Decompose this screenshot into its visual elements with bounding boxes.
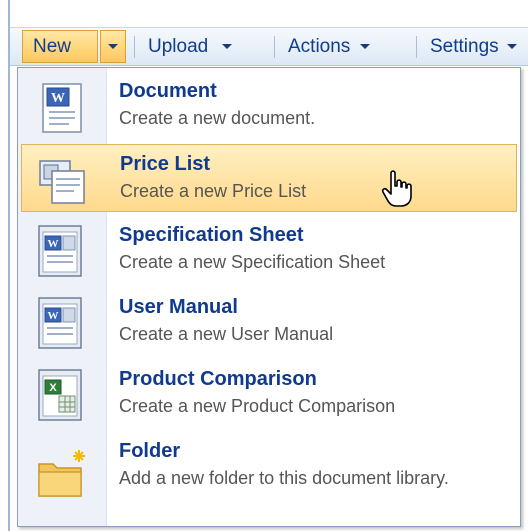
word-template-icon: W [38,225,82,277]
menu-item-specification-sheet[interactable]: W Specification Sheet Create a new Speci… [21,216,517,284]
menu-item-product-comparison[interactable]: X Product Comparison Create a new Produc… [21,360,517,428]
price-list-icon [39,160,85,204]
excel-template-icon: X [38,369,82,421]
menu-item-document[interactable]: W Document Create a new document. [21,72,517,140]
upload-button-label: Upload [148,35,209,57]
new-folder-icon [38,450,85,497]
menu-item-description: Create a new User Manual [119,324,334,344]
menu-item-description: Create a new Specification Sheet [119,252,386,272]
toolbar-separator [134,36,135,58]
menu-item-title: Folder [119,440,181,462]
menu-item-description: Create a new Product Comparison [119,396,396,416]
menu-item-description: Add a new folder to this document librar… [119,468,449,488]
menu-item-title: User Manual [119,296,238,318]
menu-item-title: Price List [120,153,211,175]
chevron-down-icon [108,44,118,49]
chevron-down-icon [222,44,233,49]
menu-item-description: Create a new Price List [120,181,307,201]
document-library-toolbar: New Upload Actions Settings [10,27,528,66]
menu-item-title: Specification Sheet [119,224,304,246]
page-left-border [8,0,10,531]
menu-item-title: Document [119,80,217,102]
toolbar-separator [416,36,417,58]
menu-item-description: Create a new document. [119,108,316,128]
upload-button[interactable]: Upload [148,30,233,63]
new-button[interactable]: New [22,30,98,63]
chevron-down-icon [360,44,371,49]
svg-text:W: W [48,238,59,250]
new-button-label: New [33,35,72,57]
menu-item-title: Product Comparison [119,368,317,390]
svg-text:W: W [51,91,65,106]
menu-item-price-list[interactable]: Price List Create a new Price List [21,144,517,212]
svg-text:X: X [49,382,57,394]
menu-item-folder[interactable]: Folder Add a new folder to this document… [21,432,517,520]
settings-button-label: Settings [430,35,499,57]
actions-button[interactable]: Actions [288,30,371,63]
hand-cursor-icon [381,170,412,207]
toolbar-separator [274,36,275,58]
new-dropdown-arrow-button[interactable] [100,30,126,63]
svg-text:W: W [48,310,59,322]
word-document-icon: W [42,83,82,133]
settings-button[interactable]: Settings [430,30,517,63]
word-template-icon: W [38,297,82,349]
menu-item-user-manual[interactable]: W User Manual Create a new User Manual [21,288,517,356]
actions-button-label: Actions [288,35,351,57]
new-dropdown-menu: W Document Create a new document. Price … [17,67,521,527]
chevron-down-icon [506,44,517,49]
